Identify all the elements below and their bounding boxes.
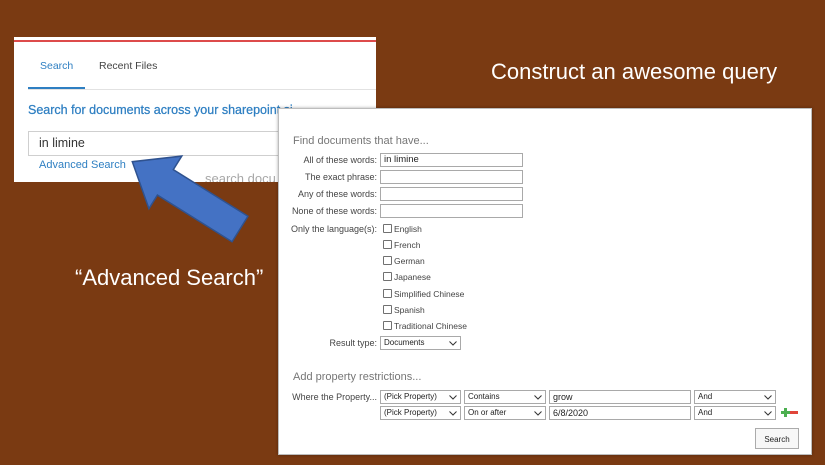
search-heading: Search for documents across your sharepo… [28,103,293,117]
german-checkbox[interactable] [383,256,392,265]
language-option-french: French [383,238,503,252]
language-option-german: German [383,254,503,268]
search-suggestion[interactable]: search docu [205,171,276,182]
tab-search[interactable]: Search [40,60,73,73]
japanese-label: Japanese [394,272,431,282]
french-checkbox[interactable] [383,240,392,249]
chevron-down-icon [449,395,457,400]
minus-icon[interactable] [790,408,798,417]
result-type-select[interactable]: Documents [380,336,461,350]
german-label: German [394,256,425,266]
property-label: Where the Property... [292,392,377,402]
none-words-label: None of these words: [291,206,377,216]
all-words-input[interactable]: in limine [380,153,523,167]
languages-row: Only the language(s): [279,222,811,236]
language-option-simplified-chinese: Simplified Chinese [383,287,503,301]
chevron-down-icon [449,411,457,416]
chevron-down-icon [764,395,772,400]
japanese-checkbox[interactable] [383,272,392,281]
exact-phrase-input[interactable] [380,170,523,184]
restriction-value: grow [553,392,573,402]
tab-recent-files[interactable]: Recent Files [99,60,157,73]
operator-select-value: Contains [468,392,500,401]
simplified-chinese-checkbox[interactable] [383,289,392,298]
search-button[interactable]: Search [755,428,799,449]
any-words-label: Any of these words: [297,189,377,199]
top-accent-bar [14,40,376,42]
conjunction-select-value: And [698,392,713,401]
property-restrictions-heading: Add property restrictions... [293,371,422,383]
search-button-label: Search [764,435,790,444]
language-option-traditional-chinese: Traditional Chinese [383,319,503,333]
english-checkbox[interactable] [383,224,392,233]
conjunction-select-value: And [698,408,713,417]
slide-caption: “Advanced Search” [75,265,264,290]
tab-divider [28,89,376,90]
chevron-down-icon [534,411,542,416]
advanced-search-link[interactable]: Advanced Search [39,158,126,172]
none-words-row: None of these words: [279,204,811,218]
result-type-value: Documents [384,338,425,347]
conjunction-select[interactable]: And [694,390,776,404]
traditional-chinese-label: Traditional Chinese [394,321,467,331]
restriction-value: 6/8/2020 [553,408,589,418]
property-select[interactable]: (Pick Property) [380,390,461,404]
traditional-chinese-checkbox[interactable] [383,321,392,330]
property-select-value: (Pick Property) [384,408,437,417]
spanish-label: Spanish [394,305,425,315]
languages-label: Only the language(s): [290,224,377,234]
any-words-row: Any of these words: [279,187,811,201]
any-words-input[interactable] [380,187,523,201]
restriction-row: Where the Property... (Pick Property) Co… [279,390,811,404]
conjunction-select[interactable]: And [694,406,776,420]
chevron-down-icon [449,341,457,346]
chevron-down-icon [764,411,772,416]
exact-phrase-label: The exact phrase: [304,172,377,182]
all-words-label: All of these words: [303,155,377,165]
property-select[interactable]: (Pick Property) [380,406,461,420]
slide-title: Construct an awesome query [491,59,778,84]
find-documents-heading: Find documents that have... [293,135,429,147]
operator-select-value: On or after [468,408,507,417]
search-input-value: in limine [39,136,85,150]
all-words-row: All of these words: in limine [279,153,811,167]
language-option-japanese: Japanese [383,270,503,284]
property-select-value: (Pick Property) [384,392,437,401]
all-words-value: in limine [384,154,419,165]
operator-select[interactable]: On or after [464,406,546,420]
restriction-value-input[interactable]: grow [549,390,691,404]
result-type-label: Result type: [329,338,377,348]
none-words-input[interactable] [380,204,523,218]
operator-select[interactable]: Contains [464,390,546,404]
french-label: French [394,240,421,250]
result-type-row: Result type: Documents [279,336,811,350]
english-label: English [394,224,422,234]
spanish-checkbox[interactable] [383,305,392,314]
simplified-chinese-label: Simplified Chinese [394,289,465,299]
restriction-value-input[interactable]: 6/8/2020 [549,406,691,420]
chevron-down-icon [534,395,542,400]
advanced-search-panel: Find documents that have... All of these… [278,108,812,455]
language-option-english: English [383,222,503,236]
plus-icon[interactable] [781,408,790,417]
exact-phrase-row: The exact phrase: [279,170,811,184]
language-option-spanish: Spanish [383,303,503,317]
restriction-row: (Pick Property) On or after 6/8/2020 And [279,406,811,420]
